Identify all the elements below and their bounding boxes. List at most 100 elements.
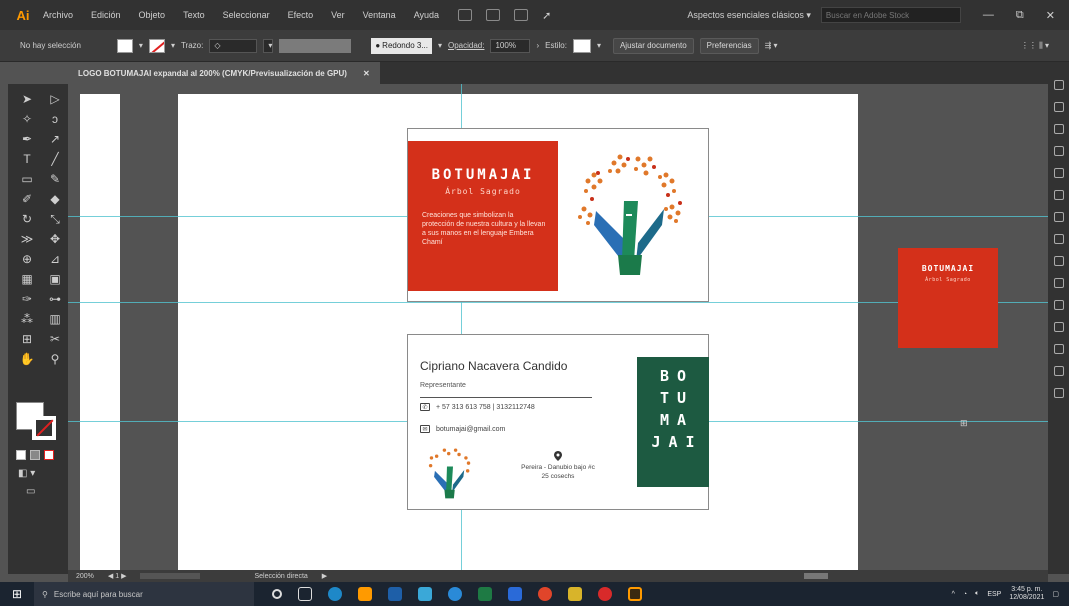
- canvas[interactable]: BOTUMAJAI Árbol Sagrado Creaciones que s…: [68, 84, 1048, 570]
- graphic-style-swatch[interactable]: [572, 38, 591, 53]
- symbol-sprayer-icon[interactable]: ⁂: [18, 312, 36, 326]
- edge-icon[interactable]: [328, 587, 342, 601]
- panel-menu-icon[interactable]: ⋮⋮ ⫼ ▾: [1021, 41, 1049, 51]
- free-transform-icon[interactable]: ✥: [46, 232, 64, 246]
- artboards-icon[interactable]: [1053, 388, 1064, 398]
- brush-definition-dropdown[interactable]: ● Redondo 3...: [371, 37, 432, 54]
- libraries-icon[interactable]: [1053, 124, 1064, 134]
- menu-item-texto[interactable]: Texto: [174, 10, 214, 20]
- clock[interactable]: 3:45 p. m. 12/08/2021: [1009, 586, 1044, 602]
- slice-tool-icon[interactable]: ✂: [46, 332, 64, 346]
- restore-button[interactable]: ⧉: [1016, 9, 1024, 22]
- menu-item-ayuda[interactable]: Ayuda: [405, 10, 448, 20]
- tray-chevron-icon[interactable]: ^: [952, 591, 955, 598]
- arrange-documents-icon[interactable]: [514, 9, 529, 21]
- menu-item-efecto[interactable]: Efecto: [279, 10, 323, 20]
- menu-item-archivo[interactable]: Archivo: [34, 10, 82, 20]
- business-card-back[interactable]: Cipriano Nacavera Candido Representante …: [407, 334, 709, 510]
- opera-icon[interactable]: [598, 587, 612, 601]
- ink-icon[interactable]: [418, 587, 432, 601]
- scale-tool-icon[interactable]: ⤡: [46, 212, 64, 226]
- chevron-right-icon[interactable]: ›: [536, 41, 539, 50]
- chevron-down-icon[interactable]: ▾: [597, 41, 601, 50]
- firefox-icon[interactable]: [538, 587, 552, 601]
- properties-icon[interactable]: [1053, 80, 1064, 90]
- stroke-color-box[interactable]: [32, 416, 56, 440]
- shaper-tool-icon[interactable]: ✐: [18, 192, 36, 206]
- stroke-weight-input[interactable]: ◇: [209, 38, 258, 53]
- menu-item-ver[interactable]: Ver: [322, 10, 354, 20]
- pasteboard-logo-square[interactable]: BOTUMAJAI Árbol Sagrado: [898, 248, 998, 348]
- minimize-button[interactable]: —: [983, 9, 994, 22]
- taskbar-search[interactable]: ⚲ Escribe aquí para buscar: [34, 582, 254, 606]
- rotate-view-control[interactable]: [140, 573, 201, 579]
- gpu-performance-icon[interactable]: ➚: [542, 9, 556, 22]
- document-tab[interactable]: LOGO BOTUMAJAI expandal al 200% (CMYK/Pr…: [68, 62, 380, 84]
- workspace-switcher[interactable]: Aspectos esenciales clásicos ▾: [687, 10, 811, 21]
- selection-tool-icon[interactable]: ➤: [18, 92, 36, 106]
- rectangle-tool-icon[interactable]: ▭: [18, 172, 36, 186]
- stroke-swatch[interactable]: [148, 38, 165, 53]
- notifications-icon[interactable]: ▢: [1052, 590, 1059, 598]
- chevron-down-icon[interactable]: ▾: [171, 41, 175, 50]
- fill-swatch[interactable]: [116, 38, 133, 53]
- brushes-icon[interactable]: [1053, 190, 1064, 200]
- close-button[interactable]: ✕: [1046, 9, 1055, 22]
- gradient-tool-icon[interactable]: ▣: [46, 272, 64, 286]
- swatches-icon[interactable]: [1053, 168, 1064, 178]
- status-menu-arrow[interactable]: ▶: [322, 572, 327, 580]
- eraser-icon[interactable]: ◆: [46, 192, 64, 206]
- line-tool-icon[interactable]: ╱: [46, 152, 64, 166]
- layers-icon[interactable]: [1053, 102, 1064, 112]
- stock-icon[interactable]: [486, 9, 501, 21]
- cortana-icon[interactable]: [272, 589, 282, 599]
- graphic-styles-icon[interactable]: [1053, 322, 1064, 332]
- variable-width-dropdown[interactable]: ▾: [263, 38, 274, 53]
- stroke-panel-icon[interactable]: [1053, 234, 1064, 244]
- gradient-panel-icon[interactable]: [1053, 256, 1064, 266]
- curvature-tool-icon[interactable]: ↗: [46, 132, 64, 146]
- menu-item-seleccionar[interactable]: Seleccionar: [214, 10, 279, 20]
- active-illustrator-icon[interactable]: [628, 587, 642, 601]
- align-icon[interactable]: [1053, 344, 1064, 354]
- pen-tool-icon[interactable]: ✒: [18, 132, 36, 146]
- menu-item-objeto[interactable]: Objeto: [130, 10, 175, 20]
- appearance-icon[interactable]: [1053, 300, 1064, 310]
- menu-item-edicion[interactable]: Edición: [82, 10, 130, 20]
- screen-mode-icon[interactable]: ▭: [26, 486, 35, 497]
- artboard-nav[interactable]: ◀ 1 ▶: [108, 572, 127, 580]
- windows-start-icon[interactable]: ⊞: [0, 582, 34, 606]
- chrome-icon[interactable]: [448, 587, 462, 601]
- magic-wand-icon[interactable]: ✧: [18, 112, 36, 126]
- transparency-icon[interactable]: [1053, 278, 1064, 288]
- variable-width-profile[interactable]: [279, 38, 352, 53]
- perspective-grid-icon[interactable]: ⊿: [46, 252, 64, 266]
- bridge-icon[interactable]: [458, 9, 473, 21]
- hand-tool-icon[interactable]: ✋: [18, 352, 36, 366]
- keyboard-language[interactable]: ESP: [987, 591, 1001, 598]
- opacity-input[interactable]: 100%: [490, 38, 531, 53]
- business-card-front[interactable]: BOTUMAJAI Árbol Sagrado Creaciones que s…: [407, 128, 709, 302]
- document-setup-button[interactable]: Ajustar documento: [612, 37, 694, 54]
- direct-selection-tool-icon[interactable]: ▷: [46, 92, 64, 106]
- eyedropper-icon[interactable]: ✑: [18, 292, 36, 306]
- symbols-icon[interactable]: [1053, 212, 1064, 222]
- close-tab-icon[interactable]: ✕: [363, 69, 370, 78]
- current-tool-status[interactable]: Selección directa: [254, 573, 307, 580]
- width-tool-icon[interactable]: ≫: [18, 232, 36, 246]
- draw-mode-icon[interactable]: ◧ ▾: [18, 468, 35, 479]
- stock-search-input[interactable]: Buscar en Adobe Stock: [820, 7, 961, 23]
- color-mode-icon[interactable]: [16, 450, 26, 460]
- volume-icon[interactable]: 🔈︎: [975, 590, 979, 598]
- preferences-button[interactable]: Preferencias: [699, 37, 759, 54]
- photos-icon[interactable]: [388, 587, 402, 601]
- none-mode-icon[interactable]: [44, 450, 54, 460]
- arrange-icon[interactable]: ⇶ ▾: [765, 41, 778, 50]
- paintbrush-icon[interactable]: ✎: [46, 172, 64, 186]
- chevron-down-icon[interactable]: ▾: [139, 41, 143, 50]
- network-icon[interactable]: ◔: [963, 591, 967, 598]
- pathfinder-icon[interactable]: [1053, 366, 1064, 376]
- zoom-level[interactable]: 200%: [76, 573, 94, 580]
- task-view-icon[interactable]: [298, 587, 312, 601]
- excel-icon[interactable]: [478, 587, 492, 601]
